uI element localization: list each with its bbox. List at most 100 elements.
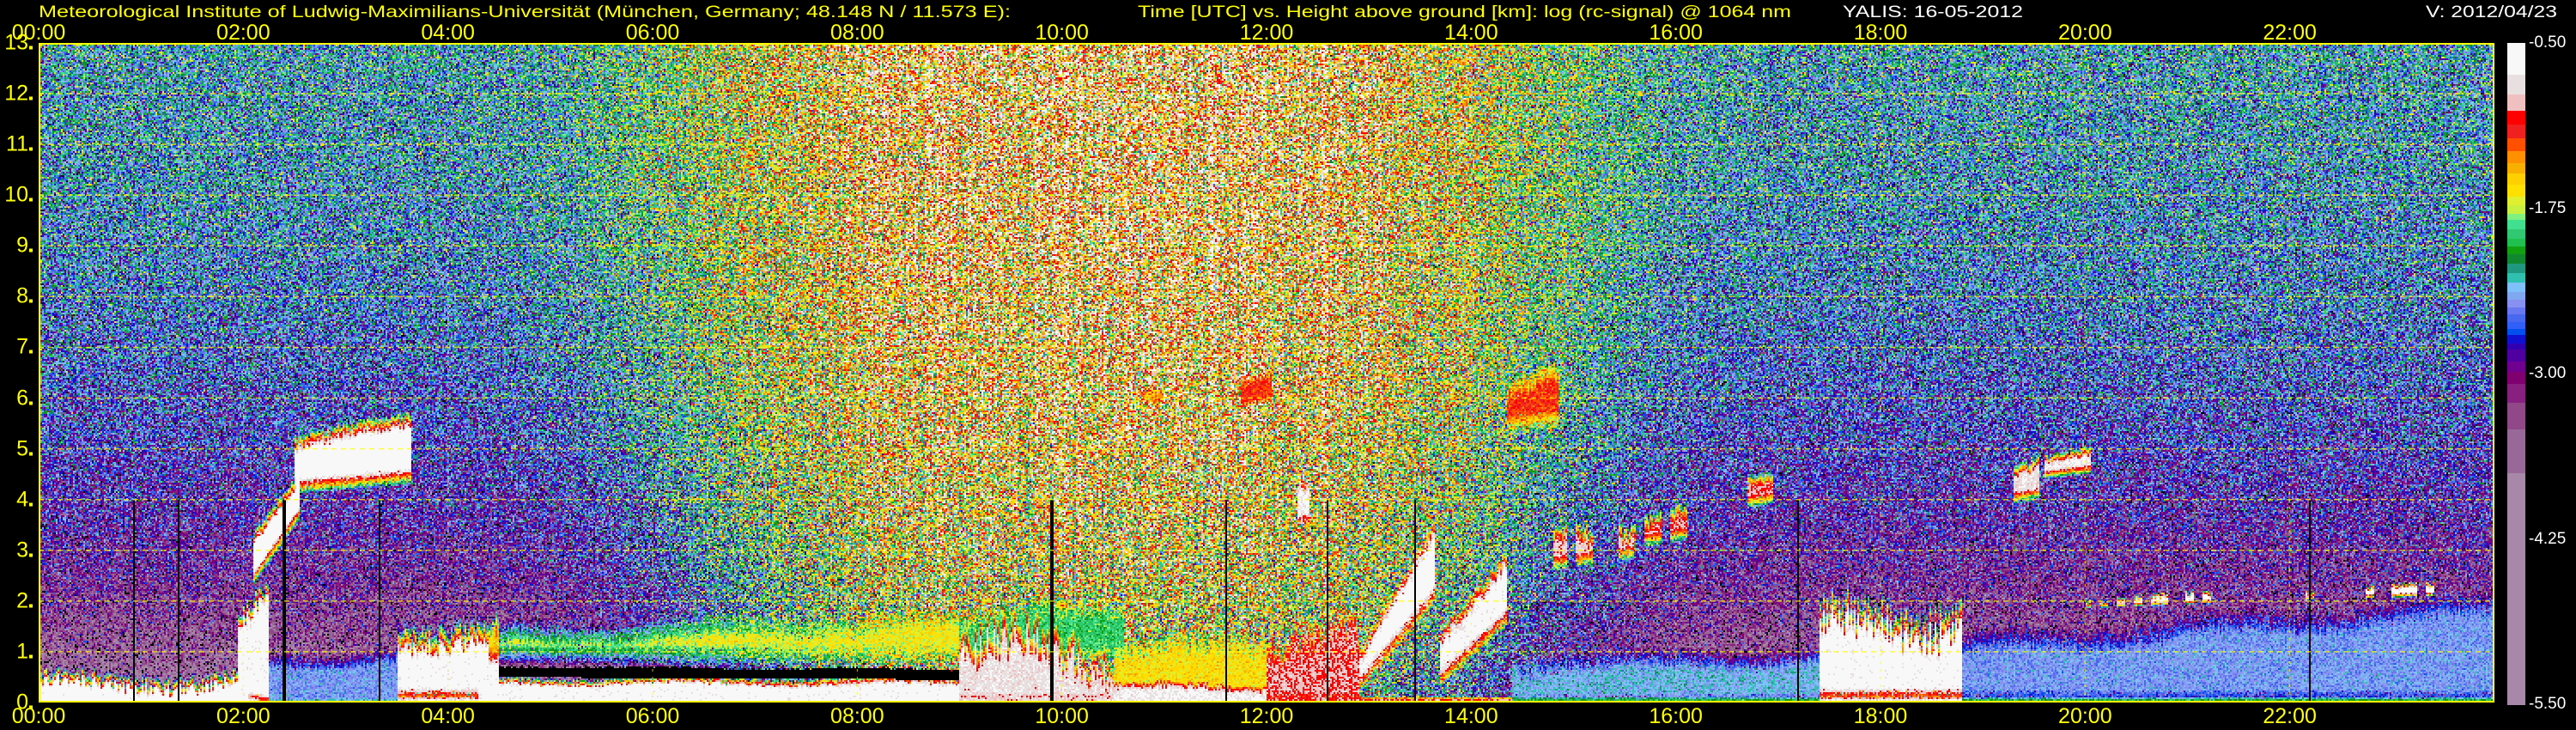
y-tick-mark — [29, 401, 33, 405]
colorbar-segment — [2507, 125, 2525, 139]
colorbar-segment — [2507, 94, 2525, 112]
y-tick-mark — [29, 147, 33, 151]
y-tick-mark — [29, 452, 33, 456]
y-tick-mark — [29, 553, 33, 557]
colorbar — [2507, 43, 2525, 705]
colorbar-segment — [2507, 429, 2525, 473]
y-tick-text: 1 — [16, 639, 28, 664]
y-tick-mark — [29, 96, 33, 100]
y-tick-mark — [29, 502, 33, 507]
y-tick-label: 10 — [0, 182, 33, 207]
y-tick-label: 7 — [0, 334, 33, 359]
x-tick-label: 08:00 — [830, 704, 884, 728]
y-tick-text: 10 — [4, 182, 28, 207]
colorbar-segment — [2507, 110, 2525, 125]
colorbar-segment — [2507, 362, 2525, 373]
colorbar-segment — [2507, 196, 2525, 206]
colorbar-segment — [2507, 254, 2525, 265]
x-tick-label: 22:00 — [2263, 704, 2317, 728]
y-tick-text: 4 — [16, 487, 28, 512]
grid-overlay — [39, 43, 2494, 703]
colorbar-segment — [2507, 272, 2525, 283]
y-tick-text: 6 — [16, 386, 28, 411]
colorbar-segment — [2507, 402, 2525, 430]
y-tick-text: 9 — [16, 233, 28, 258]
y-tick-label: 0 — [0, 690, 33, 715]
colorbar-segment — [2507, 350, 2525, 362]
colorbar-segment — [2507, 282, 2525, 292]
x-tick-label: 16:00 — [1649, 21, 1703, 45]
colorbar-segment — [2507, 43, 2525, 76]
y-tick-mark — [29, 198, 33, 202]
colorbar-tick-label: -5.50 — [2529, 695, 2567, 713]
y-tick-label: 6 — [0, 387, 33, 409]
x-tick-label: 02:00 — [216, 21, 270, 45]
y-tick-text: 5 — [16, 436, 28, 461]
x-tick-label: 06:00 — [625, 21, 680, 45]
y-tick-text: 2 — [16, 588, 28, 613]
x-tick-label: 04:00 — [421, 704, 475, 728]
x-tick-label: 04:00 — [421, 21, 475, 45]
colorbar-segment — [2507, 220, 2525, 230]
x-tick-label: 02:00 — [216, 704, 270, 728]
colorbar-segment — [2507, 151, 2525, 164]
y-tick-label: 9 — [0, 233, 33, 258]
x-tick-label: 12:00 — [1239, 21, 1294, 45]
x-tick-label: 10:00 — [1035, 21, 1089, 45]
y-tick-mark — [29, 604, 33, 608]
colorbar-segment — [2507, 229, 2525, 240]
x-tick-label: 20:00 — [2058, 21, 2112, 45]
y-tick-label: 1 — [0, 641, 33, 662]
y-tick-label: 3 — [0, 539, 33, 561]
x-tick-label: 08:00 — [830, 21, 884, 45]
y-tick-label: 13 — [0, 30, 33, 55]
y-tick-text: 13 — [4, 30, 28, 55]
x-tick-label: 18:00 — [1853, 704, 1908, 728]
y-tick-mark — [29, 350, 33, 354]
y-tick-label: 2 — [0, 590, 33, 611]
x-tick-label: 18:00 — [1853, 21, 1908, 45]
colorbar-segment — [2507, 472, 2525, 705]
y-tick-mark — [29, 46, 33, 50]
y-tick-text: 12 — [4, 81, 28, 106]
colorbar-tick-label: -0.50 — [2529, 33, 2567, 52]
colorbar-segment — [2507, 264, 2525, 274]
x-tick-label: 22:00 — [2263, 21, 2317, 45]
y-tick-label: 4 — [0, 489, 33, 510]
colorbar-tick-label: -3.00 — [2529, 364, 2567, 382]
version-label: V: 2012/04/23 — [2426, 3, 2557, 21]
x-tick-label: 14:00 — [1444, 704, 1498, 728]
y-tick-mark — [29, 248, 33, 252]
y-tick-label: 5 — [0, 438, 33, 459]
lidar-heatmap — [39, 43, 2494, 703]
x-tick-label: 12:00 — [1239, 704, 1294, 728]
colorbar-tick-label: -4.25 — [2529, 529, 2567, 548]
x-tick-label: 20:00 — [2058, 704, 2112, 728]
y-tick-text: 7 — [16, 334, 28, 359]
y-tick-mark — [29, 299, 33, 303]
x-tick-label: 10:00 — [1035, 704, 1089, 728]
x-tick-label: 06:00 — [625, 704, 680, 728]
y-tick-label: 11 — [0, 131, 33, 156]
y-tick-mark — [29, 705, 33, 709]
plot-border — [39, 43, 2494, 703]
y-tick-label: 8 — [0, 283, 33, 308]
instrument-date: YALIS: 16-05-2012 — [1843, 3, 2023, 21]
colorbar-segment — [2507, 184, 2525, 198]
plot-title: Time [UTC] vs. Height above ground [km]:… — [1138, 3, 1791, 21]
y-tick-mark — [29, 654, 33, 659]
y-tick-text: 11 — [6, 131, 28, 156]
x-tick-label: 14:00 — [1444, 21, 1498, 45]
y-tick-text: 0 — [16, 690, 28, 715]
colorbar-segment — [2507, 372, 2525, 385]
y-tick-label: 12 — [0, 81, 33, 106]
y-tick-text: 8 — [16, 283, 28, 308]
colorbar-tick-label: -1.75 — [2529, 198, 2567, 217]
colorbar-segment — [2507, 137, 2525, 152]
colorbar-segment — [2507, 163, 2525, 174]
colorbar-segment — [2507, 173, 2525, 186]
colorbar-segment — [2507, 74, 2525, 95]
y-tick-text: 3 — [16, 538, 28, 563]
institute-title: Meteorological Institute of Ludwig-Maxim… — [39, 3, 1011, 21]
x-tick-label: 16:00 — [1649, 704, 1703, 728]
